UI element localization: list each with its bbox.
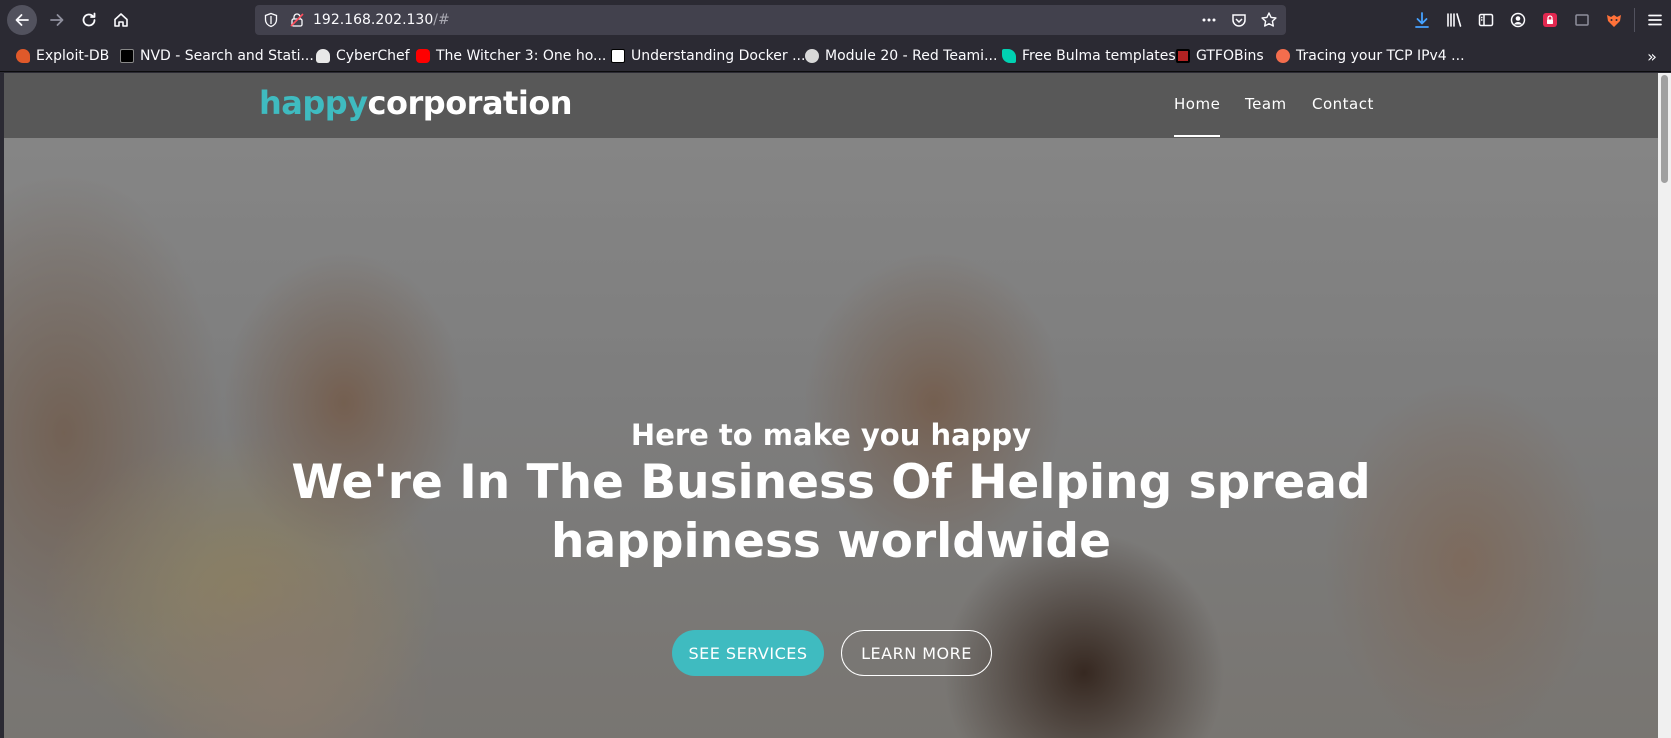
- bookmark-witcher[interactable]: The Witcher 3: One ho...: [416, 46, 606, 66]
- download-icon: [1415, 12, 1429, 28]
- forward-button[interactable]: [42, 5, 72, 35]
- window-icon: [1575, 14, 1589, 26]
- gtfobins-icon: [1176, 49, 1190, 63]
- exploit-db-favicon-icon: [16, 49, 30, 63]
- bulma-icon: [1002, 49, 1016, 63]
- bookmark-tcp-ipv4[interactable]: Tracing your TCP IPv4 ...: [1276, 46, 1465, 66]
- bookmark-bulma[interactable]: Free Bulma templates: [1002, 46, 1176, 66]
- hero-subtitle: Here to make you happy: [630, 418, 1032, 452]
- downloads-button[interactable]: [1406, 0, 1438, 40]
- browser-toolbar: 192.168.202.130/#: [0, 0, 1671, 40]
- scrollbar-thumb[interactable]: [1661, 75, 1668, 183]
- module-favicon-icon: [805, 49, 819, 63]
- arrow-right-icon: [50, 14, 64, 26]
- url-host: 192.168.202.130: [313, 12, 434, 28]
- bookmark-label: Module 20 - Red Teami...: [825, 48, 998, 64]
- site-nav: Home Team Contact: [4, 73, 1658, 138]
- bookmarks-toolbar: Exploit-DB NVD - Search and Stati... Cyb…: [0, 40, 1671, 72]
- back-button[interactable]: [7, 5, 37, 35]
- hero-title: We're In The Business Of Helping spread …: [204, 453, 1458, 571]
- library-icon: [1447, 13, 1462, 27]
- url-hash: /#: [433, 12, 450, 28]
- hamburger-menu-icon: [1648, 14, 1662, 26]
- bookmark-nvd[interactable]: NVD - Search and Stati...: [120, 46, 314, 66]
- page-viewport: happycorporation Home Team Contact Here …: [4, 73, 1658, 738]
- hero-overlay: [4, 73, 1658, 738]
- library-button[interactable]: [1438, 0, 1470, 40]
- red-lock-extension-icon: [1543, 13, 1557, 27]
- page-scrollbar[interactable]: [1658, 73, 1671, 738]
- menu-button[interactable]: [1639, 0, 1671, 40]
- double-chevron-right-icon: »: [1647, 46, 1657, 66]
- bookmark-label: CyberChef: [336, 48, 410, 64]
- sidebar-button[interactable]: [1470, 0, 1502, 40]
- learn-more-button[interactable]: LEARN MORE: [841, 630, 992, 676]
- nav-active-indicator: [1174, 135, 1220, 137]
- arrow-left-icon: [15, 14, 29, 26]
- extension-button[interactable]: [1534, 0, 1566, 40]
- nvd-favicon-icon: [120, 49, 134, 63]
- more-bookmarks-button[interactable]: »: [1641, 45, 1663, 67]
- insecure-lock-icon[interactable]: [289, 12, 305, 28]
- page-actions-icon[interactable]: [1200, 11, 1218, 29]
- home-button[interactable]: [106, 5, 136, 35]
- youtube-icon: [416, 49, 430, 63]
- bookmark-docker[interactable]: Understanding Docker ...: [611, 46, 805, 66]
- bookmark-cyberchef[interactable]: CyberChef: [316, 46, 410, 66]
- fox-icon: [1607, 15, 1621, 27]
- pocket-icon[interactable]: [1230, 11, 1248, 29]
- window-extension-button[interactable]: [1566, 0, 1598, 40]
- site-header: happycorporation Home Team Contact: [4, 73, 1658, 138]
- bookmark-label: NVD - Search and Stati...: [140, 48, 314, 64]
- page-favicon-icon: [611, 49, 625, 63]
- url-text[interactable]: 192.168.202.130/#: [313, 12, 450, 28]
- bookmark-label: Exploit-DB: [36, 48, 110, 64]
- foxyproxy-button[interactable]: [1598, 0, 1630, 40]
- bookmark-module-20[interactable]: Module 20 - Red Teami...: [805, 46, 997, 66]
- bookmark-label: Understanding Docker ...: [631, 48, 806, 64]
- shield-icon[interactable]: [263, 12, 279, 28]
- bookmark-label: Free Bulma templates: [1022, 48, 1176, 64]
- hero-title-line-1: We're In The Business Of Helping spread: [291, 455, 1371, 510]
- bookmark-gtfobins[interactable]: GTFOBins: [1176, 46, 1264, 66]
- reload-button[interactable]: [74, 5, 104, 35]
- hero-title-line-2: happiness worldwide: [551, 514, 1111, 569]
- address-bar[interactable]: 192.168.202.130/#: [255, 5, 1286, 35]
- nav-home[interactable]: Home: [1174, 95, 1220, 113]
- chef-hat-icon: [316, 49, 330, 63]
- bookmark-exploit-db[interactable]: Exploit-DB: [16, 46, 109, 66]
- nav-team[interactable]: Team: [1245, 95, 1287, 113]
- home-icon: [114, 13, 128, 27]
- account-button[interactable]: [1502, 0, 1534, 40]
- bookmark-label: Tracing your TCP IPv4 ...: [1296, 48, 1465, 64]
- bookmark-label: The Witcher 3: One ho...: [436, 48, 607, 64]
- tracing-favicon-icon: [1276, 49, 1290, 63]
- sidebar-icon: [1478, 13, 1494, 27]
- nav-contact[interactable]: Contact: [1312, 95, 1374, 113]
- bookmark-label: GTFOBins: [1196, 48, 1264, 64]
- bookmark-star-icon[interactable]: [1260, 11, 1278, 29]
- reload-icon: [82, 12, 96, 27]
- toolbar-separator: [1634, 8, 1635, 32]
- account-icon: [1510, 12, 1526, 28]
- see-services-button[interactable]: SEE SERVICES: [672, 630, 824, 676]
